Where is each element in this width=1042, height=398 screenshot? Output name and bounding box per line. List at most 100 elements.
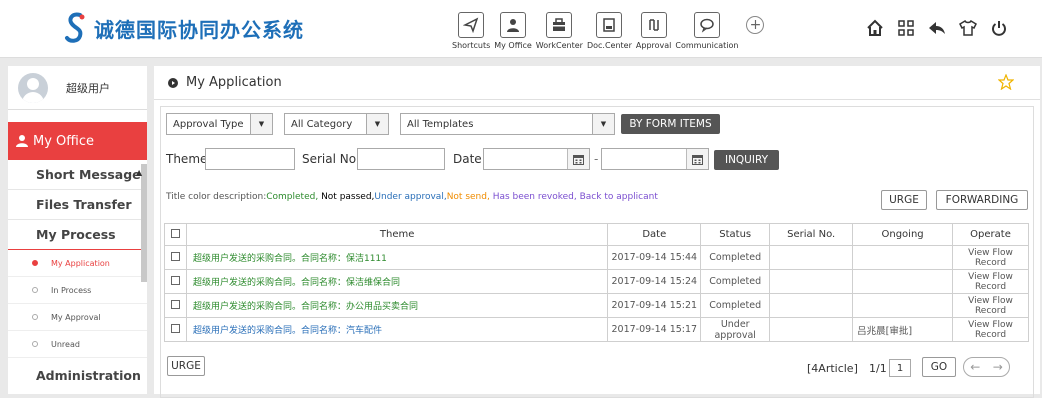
calendar-icon[interactable]: [567, 149, 589, 169]
legend-completed: Completed,: [266, 192, 319, 202]
row-checkbox[interactable]: [170, 251, 180, 261]
op-line: View Flow: [968, 247, 1013, 258]
inquiry-button[interactable]: INQUIRY: [714, 150, 779, 170]
side-menu: Short Message Files Transfer My Process …: [8, 160, 147, 392]
add-module-icon[interactable]: +: [746, 16, 765, 34]
shirt-icon[interactable]: [957, 17, 979, 39]
date-from-input[interactable]: [483, 148, 590, 170]
legend-back: Back to applicant: [576, 192, 658, 202]
scroll-up-icon[interactable]: ▲: [136, 168, 142, 177]
module-shortcuts[interactable]: Shortcuts: [452, 12, 490, 50]
user-name: 超级用户: [66, 81, 110, 95]
next-page-icon[interactable]: →: [993, 360, 1003, 374]
calendar-icon[interactable]: [686, 149, 708, 169]
power-icon[interactable]: [988, 17, 1010, 39]
row-date: 2017-09-14 15:24: [607, 269, 702, 294]
dot-icon: [32, 341, 38, 347]
column-header[interactable]: Theme: [185, 223, 609, 246]
category-select[interactable]: All Category ▼: [284, 113, 389, 135]
row-status: Under approval: [700, 317, 771, 342]
row-theme-link[interactable]: 超级用户发送的采购合同。合同名称：汽车配件: [185, 317, 609, 342]
brand-logo-icon: [65, 12, 85, 43]
section-label: My Office: [33, 133, 94, 149]
module-communication[interactable]: Communication: [675, 12, 738, 50]
chevron-down-icon: ▼: [366, 114, 388, 134]
content-area: Approval Type ▼ All Category ▼ All Templ…: [160, 106, 1034, 398]
theme-label: Theme: [166, 152, 208, 166]
table-body: 超级用户发送的采购合同。合同名称：保洁1111 2017-09-14 15:44…: [164, 245, 1029, 342]
sidebar-item-files-transfer[interactable]: Files Transfer: [8, 190, 147, 220]
row-theme-link[interactable]: 超级用户发送的采购合同。合同名称：保洁维保合同: [185, 269, 609, 294]
brand-name: 诚德国际协同办公系统: [94, 17, 304, 42]
approval-type-select[interactable]: Approval Type ▼: [166, 113, 273, 135]
view-flow-record-link[interactable]: View Flow Record: [952, 245, 1029, 270]
urge-bottom-button[interactable]: URGE: [167, 356, 205, 376]
row-checkbox[interactable]: [170, 299, 180, 309]
sidebar-item-my-process[interactable]: My Process: [8, 220, 147, 250]
row-theme-link[interactable]: 超级用户发送的采购合同。合同名称：保洁1111: [185, 245, 609, 270]
send-icon: [458, 12, 485, 38]
row-status: Completed: [700, 245, 771, 270]
op-line: Record: [974, 329, 1007, 340]
sidebar-item-short-message[interactable]: Short Message: [8, 160, 147, 190]
row-date: 2017-09-14 15:44: [607, 245, 702, 270]
by-form-items-button[interactable]: BY FORM ITEMS: [621, 114, 720, 134]
sidebar-sub-my-application[interactable]: My Application: [8, 250, 147, 277]
column-header[interactable]: Serial No.: [769, 223, 854, 246]
row-checkbox[interactable]: [170, 323, 180, 333]
date-to-input[interactable]: [601, 148, 709, 170]
legend-not-send: Not send,: [446, 192, 490, 202]
theme-input[interactable]: [205, 148, 295, 170]
op-line: View Flow: [968, 319, 1013, 330]
view-flow-record-link[interactable]: View Flow Record: [952, 317, 1029, 342]
sidebar-sub-my-approval[interactable]: My Approval: [8, 304, 147, 331]
templates-select[interactable]: All Templates ▼: [400, 113, 615, 135]
date-label: Date: [453, 152, 482, 166]
row-status: Completed: [700, 293, 771, 318]
serial-input[interactable]: [357, 148, 445, 170]
row-ongoing: [852, 245, 954, 270]
sidebar-item-administration[interactable]: Administration: [8, 358, 147, 392]
module-doc-center[interactable]: Doc.Center: [587, 12, 632, 50]
column-header[interactable]: Ongoing: [852, 223, 954, 246]
module-approval[interactable]: Approval: [636, 12, 671, 50]
sidebar-sub-unread[interactable]: Unread: [8, 331, 147, 358]
top-header: 诚德国际协同办公系统 Shortcuts My Office WorkCente…: [0, 0, 1042, 58]
favorite-star-icon[interactable]: [998, 74, 1014, 90]
grid-icon[interactable]: [895, 17, 917, 39]
module-label: Communication: [675, 41, 739, 50]
pagination-arrows: ← →: [963, 357, 1010, 377]
select-all-checkbox[interactable]: [170, 228, 180, 238]
prev-page-icon[interactable]: ←: [970, 360, 980, 374]
dot-icon: [32, 314, 38, 320]
legend-revoked: Has been revoked,: [489, 192, 577, 202]
module-workcenter[interactable]: WorkCenter: [536, 12, 583, 50]
row-serial: [769, 317, 854, 342]
module-label: WorkCenter: [535, 41, 583, 50]
column-header[interactable]: Operate: [952, 223, 1029, 246]
avatar: [18, 72, 48, 103]
home-icon[interactable]: [864, 17, 886, 39]
module-bar: Shortcuts My Office WorkCenter Doc.Cente…: [452, 12, 765, 50]
module-my-office[interactable]: My Office: [494, 12, 532, 50]
column-header[interactable]: Status: [700, 223, 771, 246]
view-flow-record-link[interactable]: View Flow Record: [952, 293, 1029, 318]
page-input[interactable]: 1: [889, 359, 911, 377]
row-date: 2017-09-14 15:21: [607, 293, 702, 318]
row-serial: [769, 245, 854, 270]
user-panel[interactable]: 超级用户: [8, 66, 147, 110]
go-button[interactable]: GO: [922, 357, 956, 377]
urge-button[interactable]: URGE: [881, 190, 927, 210]
title-color-legend: Title color description:Completed, Not p…: [166, 192, 658, 202]
sidebar-scrollbar[interactable]: [141, 164, 147, 282]
row-theme-link[interactable]: 超级用户发送的采购合同。合同名称：办公用品买卖合同: [185, 293, 609, 318]
back-icon[interactable]: [926, 17, 948, 39]
brand-logo[interactable]: 诚德国际协同办公系统: [62, 11, 304, 45]
view-flow-record-link[interactable]: View Flow Record: [952, 269, 1029, 294]
section-my-office[interactable]: My Office: [8, 122, 147, 160]
column-header[interactable]: Date: [607, 223, 702, 246]
row-checkbox[interactable]: [170, 275, 180, 285]
row-serial: [769, 269, 854, 294]
sidebar-sub-in-process[interactable]: In Process: [8, 277, 147, 304]
forwarding-button[interactable]: FORWARDING: [936, 190, 1028, 210]
